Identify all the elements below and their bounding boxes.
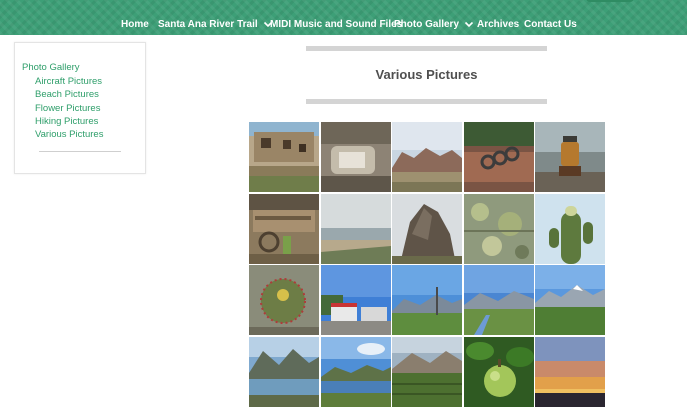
lichen-rock-photo[interactable] (463, 193, 534, 264)
cliff-dwelling-photo[interactable] (249, 122, 319, 192)
nav-archives-label: Archives (477, 18, 520, 30)
sidebar-link-flower[interactable]: Flower Pictures (35, 102, 103, 115)
nav-home-label: Home (121, 18, 149, 30)
nav-contact-label: Contact Us (524, 18, 577, 30)
site-header: Home Santa Ana River Trail MIDI Music an… (0, 0, 687, 35)
sidebar-link-list: Aircraft Pictures Beach Pictures Flower … (35, 75, 103, 141)
barrel-cactus-photo[interactable] (249, 265, 319, 335)
mountain-lake-photo[interactable] (249, 336, 319, 407)
nav-photo-gallery-label: Photo Gallery (394, 18, 460, 30)
nav-contact-us[interactable]: Contact Us (524, 14, 577, 34)
main-nav: Home Santa Ana River Trail MIDI Music an… (0, 14, 687, 34)
page-title: Various Pictures (375, 67, 478, 82)
rock-spire-photo[interactable] (392, 193, 462, 264)
snowy-mountain-meadow-photo[interactable] (535, 265, 605, 335)
nav-home[interactable]: Home (121, 14, 149, 34)
mountain-meadow-photo[interactable] (392, 265, 462, 335)
title-rule-top (306, 46, 547, 51)
old-wagon-photo[interactable] (249, 193, 319, 264)
nav-photo-gallery[interactable]: Photo Gallery (394, 14, 474, 34)
sidebar-link-hiking[interactable]: Hiking Pictures (35, 115, 103, 128)
lantern-photo[interactable] (535, 122, 605, 192)
sidebar-link-various[interactable]: Various Pictures (35, 128, 103, 141)
sidebar-link-aircraft[interactable]: Aircraft Pictures (35, 75, 103, 88)
rock-formation-photo[interactable] (392, 122, 462, 192)
mountain-creek-photo[interactable] (463, 265, 534, 335)
gas-station-photo[interactable] (320, 265, 391, 335)
valley-orchard-photo[interactable] (392, 336, 462, 407)
green-fruit-photo[interactable] (463, 336, 534, 407)
nav-santa-ana-label: Santa Ana River Trail (158, 18, 258, 30)
lakeside-camp-photo[interactable] (320, 336, 391, 407)
title-rule-bottom (306, 99, 547, 104)
nav-midi-label: MIDI Music and Sound Files (270, 18, 403, 30)
sidebar-divider (39, 151, 121, 152)
sidebar: Photo Gallery Aircraft Pictures Beach Pi… (14, 42, 146, 174)
photo-gallery-grid (249, 122, 605, 407)
sidebar-link-beach[interactable]: Beach Pictures (35, 88, 103, 101)
nav-midi-music[interactable]: MIDI Music and Sound Files (270, 14, 402, 34)
chevron-down-icon (464, 21, 474, 28)
nav-archives[interactable]: Archives (477, 14, 519, 34)
saguaro-cactus-photo[interactable] (535, 193, 605, 264)
header-tab-decoration (586, 0, 634, 2)
foggy-beach-photo[interactable] (320, 193, 391, 264)
nav-santa-ana-river-trail[interactable]: Santa Ana River Trail (158, 14, 273, 34)
chain-on-log-photo[interactable] (463, 122, 534, 192)
sidebar-heading-photo-gallery[interactable]: Photo Gallery (22, 62, 80, 73)
ruin-doorway-photo[interactable] (320, 122, 391, 192)
sunset-sky-photo[interactable] (535, 336, 605, 407)
